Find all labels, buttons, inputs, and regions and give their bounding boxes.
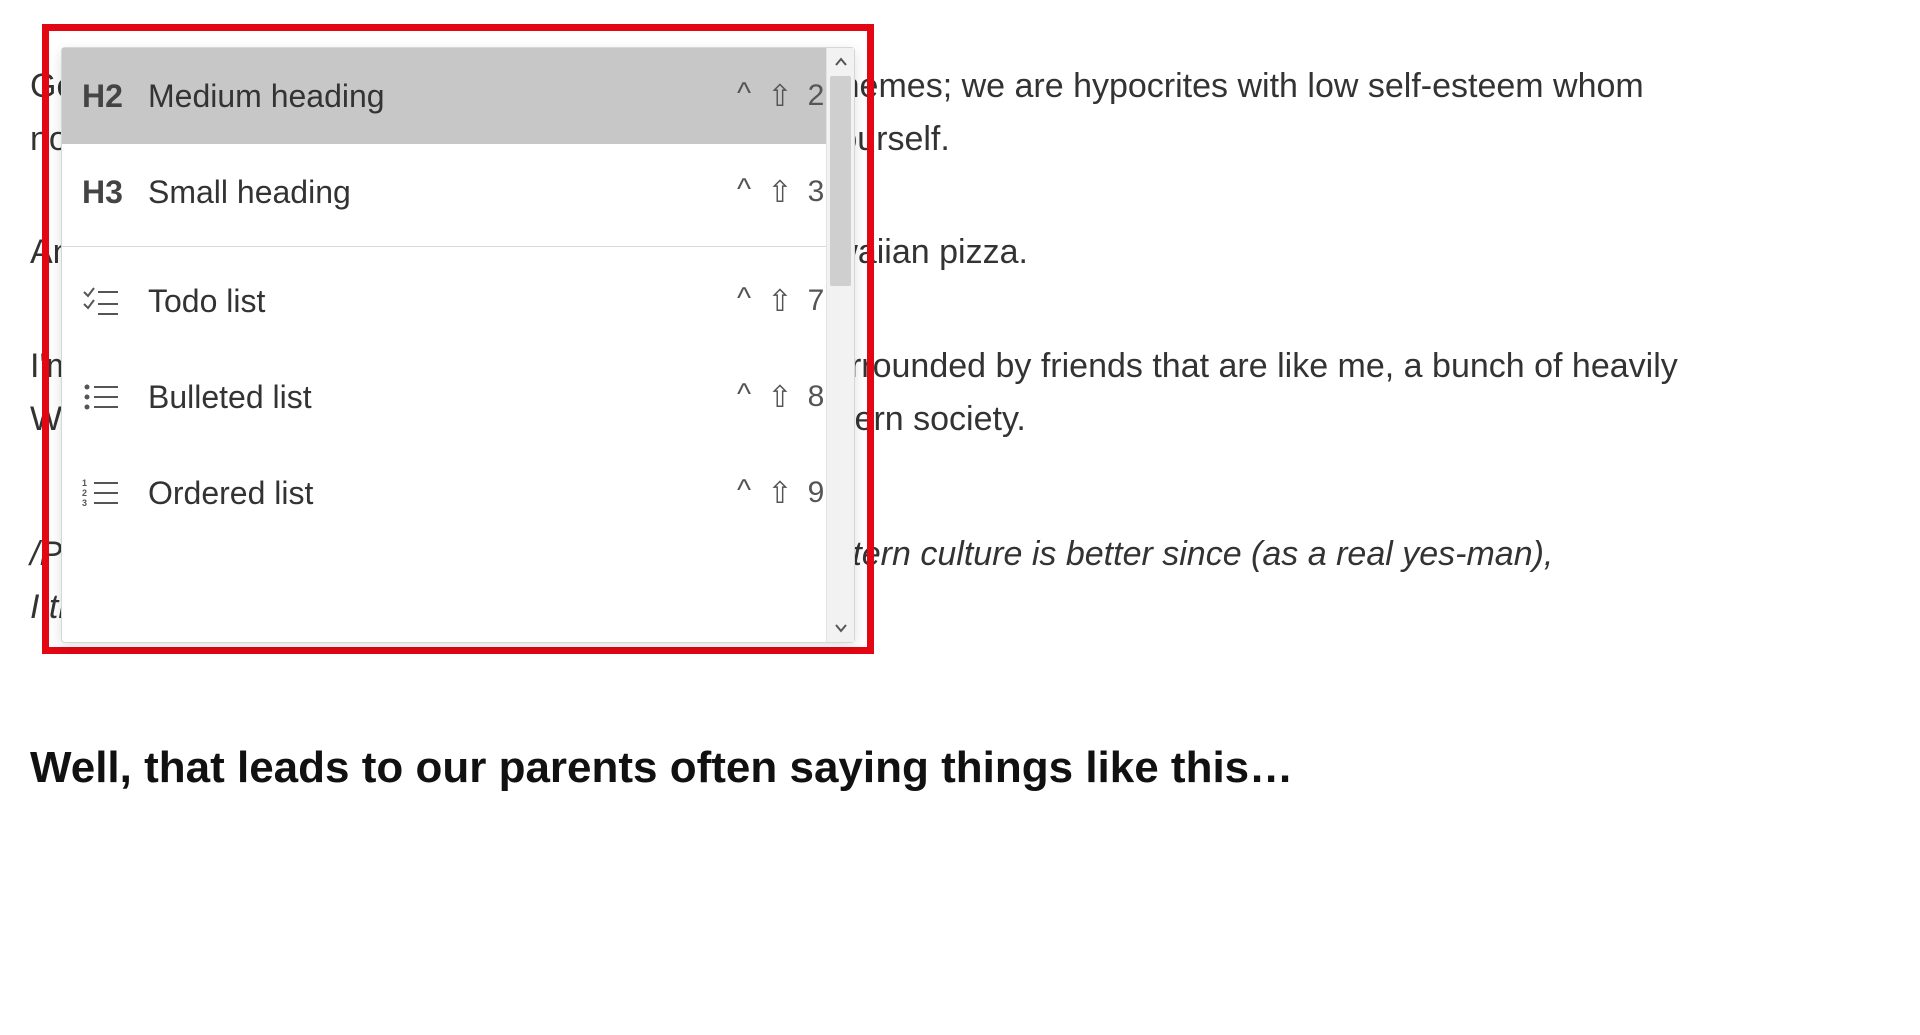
shift-key-icon: ⇧ — [766, 380, 794, 415]
menu-item-shortcut: ^ ⇧ 8 — [730, 380, 830, 415]
h2-icon: H2 — [82, 78, 142, 115]
svg-text:1: 1 — [82, 478, 87, 488]
ctrl-key-icon: ^ — [730, 173, 758, 207]
block-type-menu-viewport: H2 Medium heading ^ ⇧ 2 H3 Small heading… — [62, 48, 854, 642]
ctrl-key-icon: ^ — [730, 77, 758, 111]
menu-scrollbar[interactable] — [826, 48, 854, 642]
ordered-list-icon: 1 2 3 — [82, 477, 142, 509]
menu-item-label: Ordered list — [142, 475, 730, 512]
menu-item-shortcut: ^ ⇧ 9 — [730, 476, 830, 511]
annotation-highlight-box: H2 Medium heading ^ ⇧ 2 H3 Small heading… — [42, 24, 874, 654]
menu-item-small-heading[interactable]: H3 Small heading ^ ⇧ 3 — [62, 144, 854, 240]
ctrl-key-icon: ^ — [730, 378, 758, 412]
ctrl-key-icon: ^ — [730, 282, 758, 316]
svg-text:3: 3 — [82, 498, 87, 508]
shift-key-icon: ⇧ — [766, 79, 794, 114]
scroll-up-arrow-icon[interactable] — [827, 48, 854, 76]
h3-icon: H3 — [82, 174, 142, 211]
shift-key-icon: ⇧ — [766, 476, 794, 511]
menu-item-shortcut: ^ ⇧ 7 — [730, 284, 830, 319]
menu-item-label: Bulleted list — [142, 379, 730, 416]
menu-item-todo-list[interactable]: Todo list ^ ⇧ 7 — [62, 253, 854, 349]
shift-key-icon: ⇧ — [766, 175, 794, 210]
shift-key-icon: ⇧ — [766, 284, 794, 319]
section-heading: Well, that leads to our parents often sa… — [30, 734, 1860, 802]
menu-item-shortcut: ^ ⇧ 2 — [730, 79, 830, 114]
menu-item-label: Medium heading — [142, 78, 730, 115]
menu-item-ordered-list[interactable]: 1 2 3 Ordered list ^ ⇧ 9 — [62, 445, 854, 541]
svg-text:2: 2 — [82, 488, 87, 498]
ctrl-key-icon: ^ — [730, 474, 758, 508]
menu-item-bulleted-list[interactable]: Bulleted list ^ ⇧ 8 — [62, 349, 854, 445]
menu-separator — [62, 246, 854, 247]
section-heading-text: Well, that leads to our parents often sa… — [30, 734, 1860, 802]
menu-item-shortcut: ^ ⇧ 3 — [730, 175, 830, 210]
menu-item-label: Small heading — [142, 174, 730, 211]
scrollbar-thumb[interactable] — [830, 76, 851, 286]
bulleted-list-icon — [82, 381, 142, 413]
scrollbar-track[interactable] — [827, 76, 854, 614]
menu-item-label: Todo list — [142, 283, 730, 320]
todo-list-icon — [82, 285, 142, 317]
menu-item-medium-heading[interactable]: H2 Medium heading ^ ⇧ 2 — [62, 48, 854, 144]
block-type-menu[interactable]: H2 Medium heading ^ ⇧ 2 H3 Small heading… — [61, 47, 855, 643]
scroll-down-arrow-icon[interactable] — [827, 614, 854, 642]
